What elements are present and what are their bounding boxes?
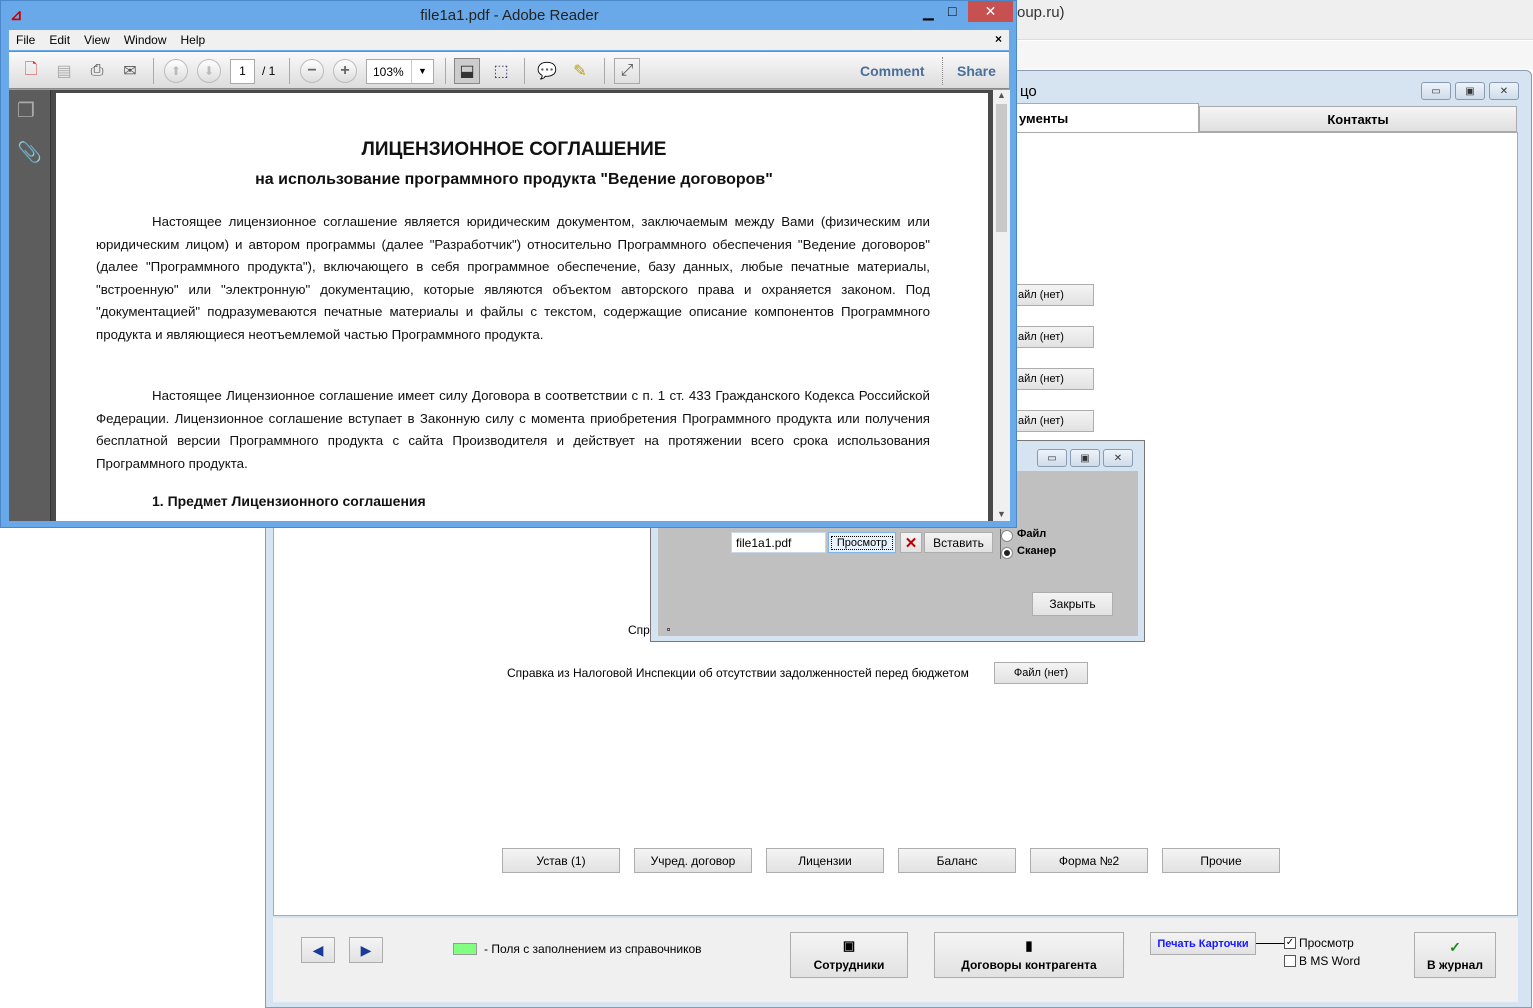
page-down-icon[interactable]: ⬇	[197, 59, 221, 83]
reader-minimize-button[interactable]: ▁	[923, 4, 934, 21]
highlight-text-icon[interactable]: ✎	[567, 58, 593, 84]
share-pane-button[interactable]: Share	[957, 63, 996, 79]
navigation-pane: ❐ 📎	[9, 90, 51, 521]
arrow-left-icon: ◀	[312, 941, 324, 958]
print-icon[interactable]: ⎙	[84, 58, 110, 84]
filename-input[interactable]: file1a1.pdf	[731, 532, 826, 553]
checkmark-icon: ✓	[1449, 938, 1461, 955]
page-total: / 1	[262, 64, 276, 78]
form2-button[interactable]: Форма №2	[1030, 848, 1148, 873]
menu-help[interactable]: Help	[181, 33, 206, 47]
prev-button[interactable]: ◀	[301, 937, 335, 963]
view-button[interactable]: Просмотр	[828, 532, 896, 553]
msword-checkbox[interactable]	[1284, 955, 1296, 967]
menu-view[interactable]: View	[84, 33, 110, 47]
full-screen-icon[interactable]: ⤢	[614, 58, 640, 84]
tab-documents[interactable]: ументы	[1010, 103, 1199, 133]
doc-paragraph: Настоящее лицензионное соглашение являет…	[96, 214, 930, 342]
menu-edit[interactable]: Edit	[49, 33, 70, 47]
pages-icon[interactable]: ❐	[17, 98, 35, 123]
insert-button[interactable]: Вставить	[924, 532, 993, 553]
tax-file-button[interactable]: Файл (нет)	[994, 662, 1088, 684]
save-icon[interactable]: ▤	[51, 58, 77, 84]
x-icon: ✕	[904, 534, 918, 552]
doc-paragraph: Настоящее Лицензионное соглашение имеет …	[96, 388, 930, 471]
app-close-button[interactable]: ✕	[1489, 82, 1519, 100]
divider	[942, 57, 943, 85]
app-window-title: цо	[1020, 83, 1037, 100]
scrollbar-thumb[interactable]	[996, 104, 1007, 232]
background-title: oup.ru)	[1017, 4, 1065, 21]
book-icon: ▮	[1025, 938, 1033, 953]
employees-button[interactable]: ▣ Сотрудники	[790, 932, 908, 978]
legend-swatch	[453, 943, 477, 955]
reader-menubar: File Edit View Window Help ×	[9, 30, 1009, 50]
contracts-button[interactable]: ▮ Договоры контрагента	[934, 932, 1124, 978]
pdf-page: ЛИЦЕНЗИОННОЕ СОГЛАШЕНИЕ на использование…	[56, 93, 988, 521]
tab-contacts[interactable]: Контакты	[1199, 106, 1517, 132]
reader-toolbar: 🗋 ▤ ⎙ ✉ ⬆ ⬇ 1 / 1 − + 103% ▼ ⬓ ⬚ 💬 ✎ ⤢ C…	[9, 51, 1009, 89]
zoom-in-icon[interactable]: +	[333, 59, 357, 83]
page-up-icon[interactable]: ⬆	[164, 59, 188, 83]
vertical-scrollbar[interactable]: ▲ ▼	[993, 90, 1010, 521]
reader-title: file1a1.pdf - Adobe Reader	[420, 7, 599, 24]
zoom-dropdown-icon[interactable]: ▼	[411, 60, 433, 83]
menu-file[interactable]: File	[16, 33, 35, 47]
tax-certificate-label: Справка из Налоговой Инспекции об отсутс…	[507, 666, 969, 680]
resize-grip[interactable]	[667, 628, 670, 631]
close-button[interactable]: Закрыть	[1032, 592, 1113, 616]
dialog-maximize-button[interactable]: ▣	[1070, 449, 1100, 467]
balance-button[interactable]: Баланс	[898, 848, 1016, 873]
menubar-close-icon[interactable]: ×	[995, 32, 1002, 46]
legend-text: - Поля с заполнением из справочников	[484, 942, 702, 956]
menu-window[interactable]: Window	[124, 33, 167, 47]
dialog-minimize-button[interactable]: ▭	[1037, 449, 1067, 467]
next-button[interactable]: ▶	[349, 937, 383, 963]
comment-pane-button[interactable]: Comment	[860, 63, 925, 79]
email-icon[interactable]: ✉	[117, 58, 143, 84]
arrow-right-icon: ▶	[360, 941, 372, 958]
doc-section-heading: 1. Предмет Лицензионного соглашения	[152, 493, 426, 509]
page-number-input[interactable]: 1	[230, 59, 255, 84]
preview-checkbox[interactable]: ✓	[1284, 937, 1296, 949]
people-icon: ▣	[842, 938, 856, 953]
comment-icon[interactable]: 💬	[534, 58, 560, 84]
print-card-button[interactable]: Печать Карточки	[1150, 932, 1256, 955]
document-label: Спр	[628, 623, 650, 637]
connector-line	[1256, 943, 1284, 944]
create-pdf-icon[interactable]: 🗋	[18, 58, 44, 84]
dialog-close-button[interactable]: ✕	[1103, 449, 1133, 467]
radio-scanner-label: Сканер	[1017, 545, 1057, 557]
fit-width-icon[interactable]: ⬓	[454, 58, 480, 84]
delete-file-button[interactable]: ✕	[900, 532, 922, 553]
attachment-icon[interactable]: 📎	[17, 140, 42, 165]
zoom-out-icon[interactable]: −	[300, 59, 324, 83]
fit-page-icon[interactable]: ⬚	[488, 58, 514, 84]
radio-file-label: Файл	[1017, 528, 1047, 540]
app-minimize-button[interactable]: ▭	[1421, 82, 1451, 100]
doc-subtitle: на использование программного продукта "…	[255, 171, 773, 188]
founding-agreement-button[interactable]: Учред. договор	[634, 848, 752, 873]
licenses-button[interactable]: Лицензии	[766, 848, 884, 873]
doc-title: ЛИЦЕНЗИОННОЕ СОГЛАШЕНИЕ	[361, 139, 667, 160]
radio-scanner[interactable]	[1001, 547, 1013, 559]
other-button[interactable]: Прочие	[1162, 848, 1280, 873]
preview-label: Просмотр	[1299, 936, 1354, 950]
reader-maximize-button[interactable]: □	[948, 3, 956, 19]
radio-file[interactable]	[1001, 530, 1013, 542]
reader-close-button[interactable]: ✕	[968, 1, 1013, 22]
msword-label: В MS Word	[1299, 954, 1361, 968]
journal-button[interactable]: ✓ В журнал	[1414, 932, 1496, 978]
charter-button[interactable]: Устав (1)	[502, 848, 620, 873]
app-maximize-button[interactable]: ▣	[1455, 82, 1485, 100]
